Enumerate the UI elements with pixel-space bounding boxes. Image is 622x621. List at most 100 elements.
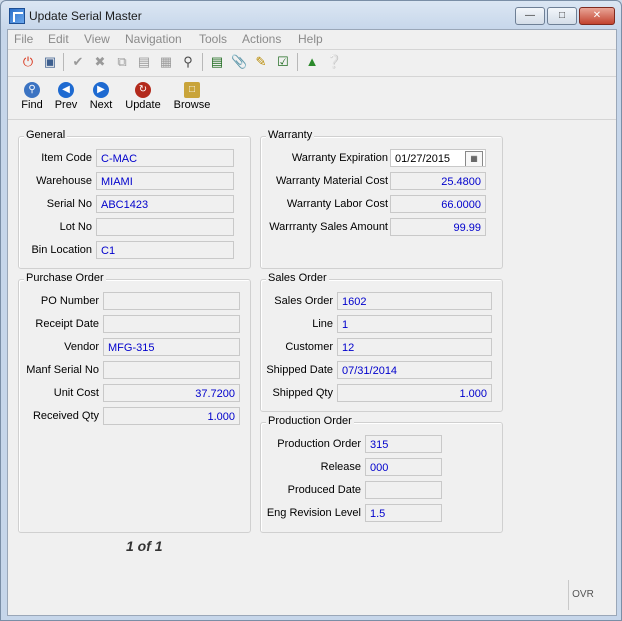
prev-button[interactable]: ◀ Prev bbox=[54, 82, 78, 111]
toolbar-divider bbox=[297, 53, 298, 71]
receipt-date-label: Receipt Date bbox=[35, 318, 99, 330]
menu-tools[interactable]: Tools bbox=[199, 32, 227, 46]
client-area: File Edit View Navigation Tools Actions … bbox=[7, 29, 617, 616]
menu-help[interactable]: Help bbox=[298, 32, 323, 46]
serial-no-field[interactable]: ABC1423 bbox=[96, 195, 234, 213]
update-label: Update bbox=[125, 99, 161, 111]
release-field[interactable]: 000 bbox=[365, 458, 442, 476]
check-icon[interactable]: ✔ bbox=[70, 54, 86, 70]
release-label: Release bbox=[320, 461, 361, 473]
warranty-sales-amount-field[interactable]: 99.99 bbox=[390, 218, 486, 236]
warranty-material-cost-label: Warranty Material Cost bbox=[275, 175, 388, 187]
sales-order-label: Sales Order bbox=[274, 295, 333, 307]
record-counter: 1 of 1 bbox=[126, 538, 163, 554]
line-label: Line bbox=[312, 318, 333, 330]
produced-date-field[interactable] bbox=[365, 481, 442, 499]
bin-location-label: Bin Location bbox=[31, 244, 92, 256]
notes-icon[interactable]: ✎ bbox=[253, 54, 269, 70]
warranty-expiration-label: Warranty Expiration bbox=[291, 152, 388, 164]
unit-cost-field[interactable]: 37.7200 bbox=[103, 384, 240, 402]
vendor-label: Vendor bbox=[64, 341, 99, 353]
serial-no-label: Serial No bbox=[46, 198, 92, 210]
production-order-label: Production Order bbox=[277, 438, 361, 450]
received-qty-label: Received Qty bbox=[32, 410, 99, 422]
maximize-button[interactable]: □ bbox=[547, 7, 577, 25]
warehouse-field[interactable]: MIAMI bbox=[96, 172, 234, 190]
warehouse-label: Warehouse bbox=[36, 175, 92, 187]
next-button[interactable]: ▶ Next bbox=[88, 82, 114, 111]
next-label: Next bbox=[89, 99, 113, 111]
menu-actions[interactable]: Actions bbox=[242, 32, 281, 46]
arrow-left-icon: ◀ bbox=[58, 82, 74, 98]
received-qty-field[interactable]: 1.000 bbox=[103, 407, 240, 425]
menu-edit[interactable]: Edit bbox=[48, 32, 69, 46]
warranty-labor-cost-label: Warranty Labor Cost bbox=[286, 198, 388, 210]
trend-icon[interactable]: ▲ bbox=[304, 54, 320, 70]
manf-serial-no-field[interactable] bbox=[103, 361, 240, 379]
prev-label: Prev bbox=[54, 99, 78, 111]
menu-file[interactable]: File bbox=[14, 32, 33, 46]
close-button[interactable]: ✕ bbox=[579, 7, 615, 25]
power-icon[interactable]: ⏻ bbox=[20, 54, 36, 70]
toolbar-bottom-divider bbox=[8, 119, 616, 120]
shipped-date-field[interactable]: 07/31/2014 bbox=[337, 361, 492, 379]
zoom-icon[interactable]: ⚲ bbox=[180, 54, 196, 70]
receipt-date-field[interactable] bbox=[103, 315, 240, 333]
update-button[interactable]: ↻ Update bbox=[124, 82, 162, 111]
calendar-icon[interactable]: ▦ bbox=[465, 151, 483, 166]
line-field[interactable]: 1 bbox=[337, 315, 492, 333]
menu-navigation[interactable]: Navigation bbox=[125, 32, 182, 46]
title-bar: Update Serial Master — □ ✕ bbox=[1, 1, 621, 29]
window-title: Update Serial Master bbox=[29, 9, 142, 23]
folder-icon: □ bbox=[184, 82, 200, 98]
paste-icon[interactable]: ▤ bbox=[136, 54, 152, 70]
minimize-button[interactable]: — bbox=[515, 7, 545, 25]
copy-icon[interactable]: ⧉ bbox=[114, 54, 130, 70]
po-number-field[interactable] bbox=[103, 292, 240, 310]
find-button[interactable]: ⚲ Find bbox=[20, 82, 44, 111]
attachment-icon[interactable]: 📎 bbox=[231, 54, 247, 70]
window-list-icon[interactable]: ▣ bbox=[42, 54, 58, 70]
find-label: Find bbox=[21, 99, 43, 111]
refresh-icon: ↻ bbox=[135, 82, 151, 98]
unit-cost-label: Unit Cost bbox=[53, 387, 99, 399]
item-code-label: Item Code bbox=[41, 152, 92, 164]
cancel-icon[interactable]: ✖ bbox=[92, 54, 108, 70]
toolbar-divider bbox=[202, 53, 203, 71]
warranty-expiration-field[interactable]: 01/27/2015 ▦ bbox=[390, 149, 486, 167]
browse-label: Browse bbox=[173, 99, 211, 111]
customer-field[interactable]: 12 bbox=[337, 338, 492, 356]
eng-revision-level-field[interactable]: 1.5 bbox=[365, 504, 442, 522]
help-icon[interactable]: ❔ bbox=[326, 54, 342, 70]
warranty-sales-amount-label: Warrranty Sales Amount bbox=[269, 221, 388, 233]
app-logo-icon bbox=[9, 8, 25, 24]
menu-view[interactable]: View bbox=[84, 32, 110, 46]
toolbar-navigation: ⚲ Find ◀ Prev ▶ Next ↻ Update □ Browse bbox=[8, 78, 616, 118]
lot-no-field[interactable] bbox=[96, 218, 234, 236]
warranty-legend: Warranty bbox=[266, 129, 315, 141]
purchase-order-legend: Purchase Order bbox=[24, 272, 106, 284]
notepad-icon[interactable]: ▤ bbox=[209, 54, 225, 70]
production-order-field[interactable]: 315 bbox=[365, 435, 442, 453]
sales-order-field[interactable]: 1602 bbox=[337, 292, 492, 310]
warranty-expiration-value: 01/27/2015 bbox=[395, 153, 451, 165]
customer-label: Customer bbox=[285, 341, 333, 353]
toolbar-actions: ⏻ ▣ ✔ ✖ ⧉ ▤ ▦ ⚲ ▤ 📎 ✎ ☑ ▲ ❔ bbox=[8, 50, 616, 74]
item-code-field[interactable]: C-MAC bbox=[96, 149, 234, 167]
warranty-material-cost-field[interactable]: 25.4800 bbox=[390, 172, 486, 190]
toolbar-divider bbox=[63, 53, 64, 71]
arrow-right-icon: ▶ bbox=[93, 82, 109, 98]
browse-button[interactable]: □ Browse bbox=[172, 82, 212, 111]
warranty-labor-cost-field[interactable]: 66.0000 bbox=[390, 195, 486, 213]
vendor-field[interactable]: MFG-315 bbox=[103, 338, 240, 356]
shipped-qty-field[interactable]: 1.000 bbox=[337, 384, 492, 402]
toolbar-divider-line bbox=[8, 76, 616, 77]
production-order-legend: Production Order bbox=[266, 415, 354, 427]
checklist-icon[interactable]: ☑ bbox=[275, 54, 291, 70]
eng-revision-level-label: Eng Revision Level bbox=[266, 507, 361, 519]
po-number-label: PO Number bbox=[40, 295, 99, 307]
find-icon: ⚲ bbox=[24, 82, 40, 98]
bin-location-field[interactable]: C1 bbox=[96, 241, 234, 259]
shipped-date-label: Shipped Date bbox=[266, 364, 333, 376]
document-icon[interactable]: ▦ bbox=[158, 54, 174, 70]
